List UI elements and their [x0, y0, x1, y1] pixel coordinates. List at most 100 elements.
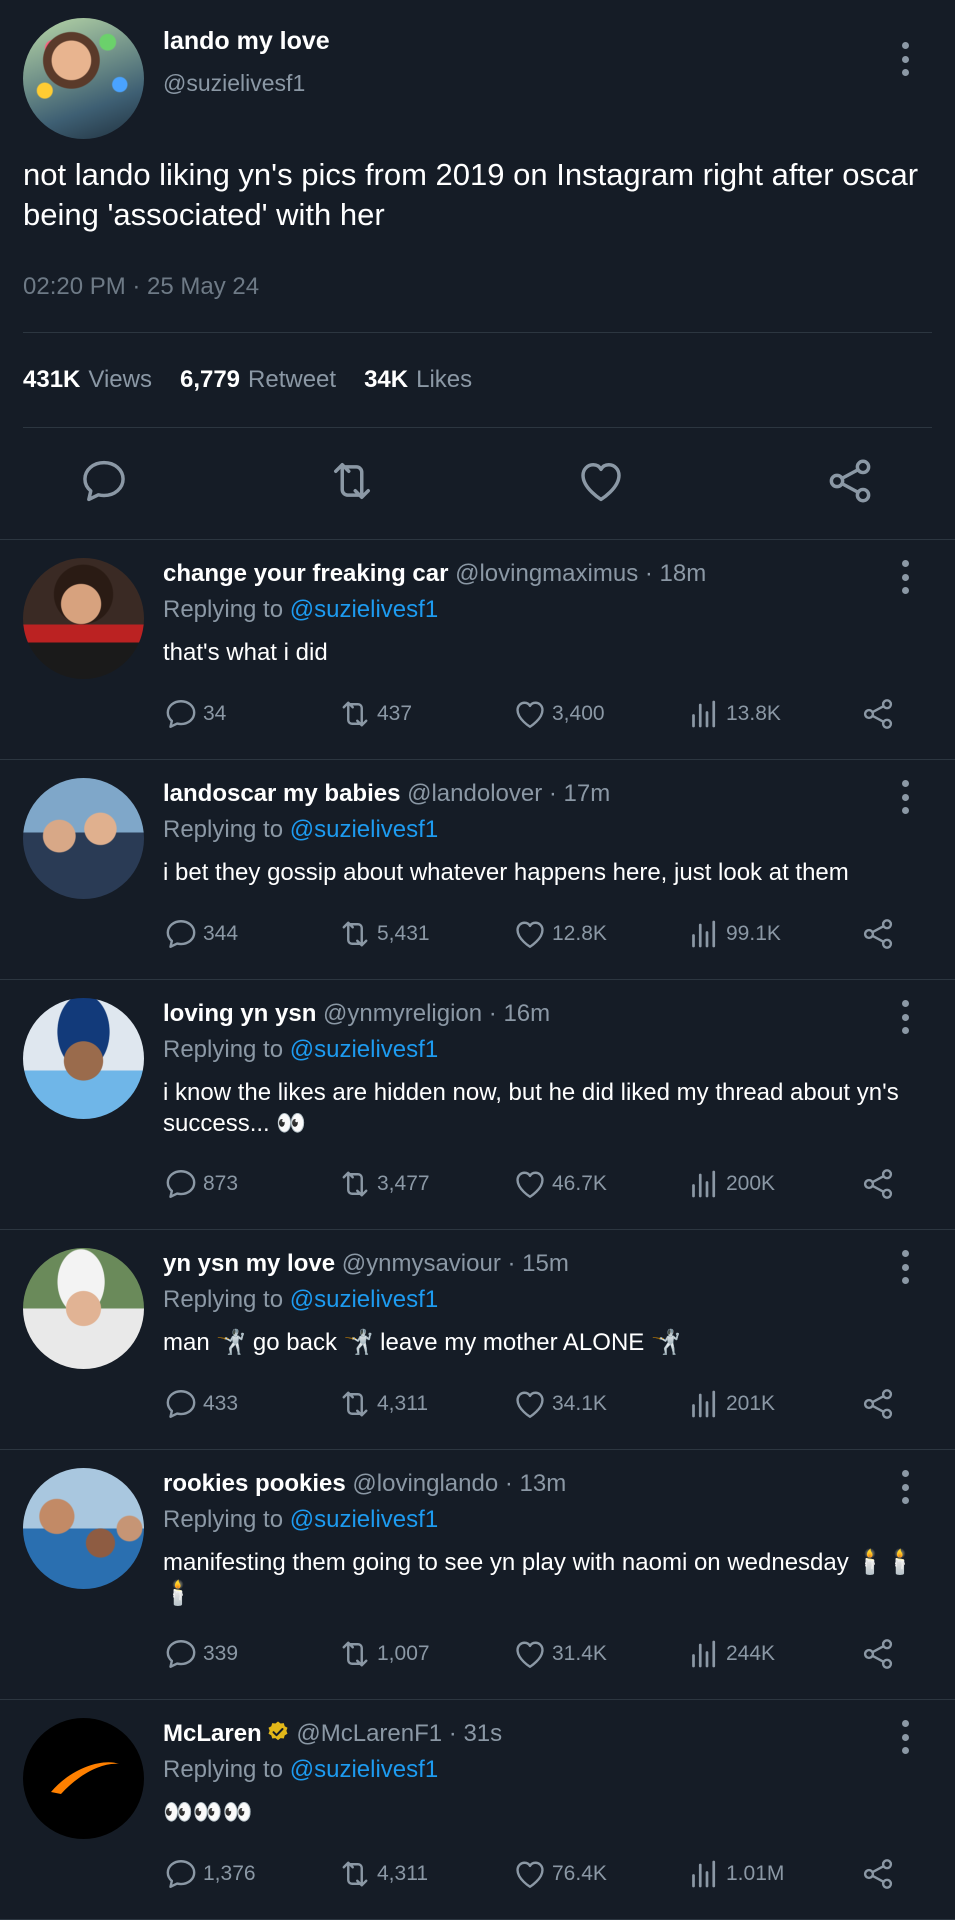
- author-handle-time[interactable]: @ynmysaviour · 15m: [342, 1250, 569, 1277]
- reply-count-button[interactable]: 34: [163, 694, 226, 734]
- author-handle-time[interactable]: @McLarenF1 · 31s: [296, 1720, 502, 1747]
- reply-header: yn ysn my love @ynmysaviour · 15m: [163, 1250, 569, 1278]
- reply-count-button[interactable]: 1,376: [163, 1854, 256, 1894]
- author-handle-time[interactable]: @lovinglando · 13m: [352, 1470, 566, 1497]
- share-button[interactable]: [860, 694, 896, 734]
- replying-label: Replying to: [163, 1506, 290, 1533]
- retweet-icon: [337, 1166, 373, 1202]
- retweet-button[interactable]: 5,431: [337, 914, 430, 954]
- reply-count-button[interactable]: 873: [163, 1164, 238, 1204]
- more-options-icon[interactable]: [900, 1720, 910, 1754]
- reply-actions: 344 5,431 12.8K 99.1K: [0, 914, 955, 954]
- replying-to-link[interactable]: @suzielivesf1: [290, 1036, 438, 1063]
- share-button[interactable]: [860, 914, 896, 954]
- more-options-icon[interactable]: [900, 560, 910, 594]
- avatar[interactable]: [23, 1468, 144, 1589]
- like-button[interactable]: 76.4K: [512, 1854, 607, 1894]
- views: 1.01M: [726, 1862, 785, 1885]
- like-button[interactable]: 34.1K: [512, 1384, 607, 1424]
- reply-count-button[interactable]: 433: [163, 1384, 238, 1424]
- reply-tweet[interactable]: landoscar my babies @landolover · 17m Rep…: [0, 760, 955, 980]
- author-name[interactable]: yn ysn my love: [163, 1250, 335, 1277]
- more-options-icon[interactable]: [900, 1250, 910, 1284]
- retweet-button[interactable]: 437: [337, 694, 412, 734]
- author-name[interactable]: loving yn ysn: [163, 1000, 316, 1027]
- like-button[interactable]: 31.4K: [512, 1634, 607, 1674]
- share-icon: [860, 1856, 896, 1892]
- retweet-label: Retweet: [248, 366, 337, 393]
- retweet-icon: [337, 696, 373, 732]
- reply-count-button[interactable]: 339: [163, 1634, 238, 1674]
- replying-to-link[interactable]: @suzielivesf1: [290, 596, 438, 623]
- likes-stat[interactable]: 34K Likes: [364, 366, 472, 394]
- like-button[interactable]: 12.8K: [512, 914, 607, 954]
- reply-text: i bet they gossip about whatever happens…: [163, 859, 849, 886]
- author-handle-time[interactable]: @landolover · 17m: [407, 780, 610, 807]
- heart-icon: [512, 1166, 548, 1202]
- views: 13.8K: [726, 702, 781, 725]
- reply-tweet[interactable]: McLaren @McLarenF1 · 31s Replying to @suz…: [0, 1700, 955, 1920]
- retweet-button[interactable]: 4,311: [337, 1384, 428, 1424]
- share-button[interactable]: [860, 1164, 896, 1204]
- author-name[interactable]: change your freaking car: [163, 560, 448, 587]
- replying-to-link[interactable]: @suzielivesf1: [290, 816, 438, 843]
- reply-actions: 34 437 3,400 13.8K: [0, 694, 955, 734]
- share-button[interactable]: [860, 1634, 896, 1674]
- heart-icon[interactable]: [575, 455, 627, 507]
- author-name[interactable]: rookies pookies: [163, 1470, 346, 1497]
- reply-tweet[interactable]: yn ysn my love @ynmysaviour · 15m Replyin…: [0, 1230, 955, 1450]
- reply-tweet[interactable]: loving yn ysn @ynmyreligion · 16m Replyin…: [0, 980, 955, 1230]
- share-button[interactable]: [860, 1384, 896, 1424]
- author-handle-time[interactable]: @lovingmaximus · 18m: [455, 560, 706, 587]
- likes: 76.4K: [552, 1862, 607, 1885]
- avatar[interactable]: [23, 778, 144, 899]
- share-button[interactable]: [860, 1854, 896, 1894]
- author-handle[interactable]: @suzielivesf1: [163, 70, 305, 97]
- author-name[interactable]: lando my love: [163, 27, 330, 56]
- reply-header: McLaren @McLarenF1 · 31s: [163, 1720, 502, 1748]
- replying-to-link[interactable]: @suzielivesf1: [290, 1506, 438, 1533]
- retweets: 4,311: [377, 1392, 428, 1415]
- replying-to-link[interactable]: @suzielivesf1: [290, 1286, 438, 1313]
- author-name[interactable]: landoscar my babies: [163, 780, 400, 807]
- retweet-stat[interactable]: 6,779 Retweet: [180, 366, 336, 394]
- retweet-icon[interactable]: [326, 455, 378, 507]
- bar-chart-icon: [686, 1856, 722, 1892]
- reply-header: rookies pookies @lovinglando · 13m: [163, 1470, 566, 1498]
- views-button[interactable]: 99.1K: [686, 914, 781, 954]
- reply-text: i know the likes are hidden now, but he …: [163, 1079, 899, 1137]
- share-icon[interactable]: [824, 455, 876, 507]
- retweet-button[interactable]: 3,477: [337, 1164, 430, 1204]
- retweet-button[interactable]: 1,007: [337, 1634, 430, 1674]
- retweets: 1,007: [377, 1642, 430, 1665]
- like-button[interactable]: 46.7K: [512, 1164, 607, 1204]
- avatar[interactable]: [23, 998, 144, 1119]
- author-name[interactable]: McLaren: [163, 1720, 262, 1747]
- reply-actions: 433 4,311 34.1K 201K: [0, 1384, 955, 1424]
- views-stat[interactable]: 431K Views: [23, 366, 152, 394]
- avatar[interactable]: [23, 1248, 144, 1369]
- retweet-icon: [337, 1386, 373, 1422]
- more-options-icon[interactable]: [900, 1000, 910, 1034]
- views-button[interactable]: 244K: [686, 1634, 775, 1674]
- reply-tweet[interactable]: rookies pookies @lovinglando · 13m Replyi…: [0, 1450, 955, 1700]
- views-button[interactable]: 1.01M: [686, 1854, 784, 1894]
- more-options-icon[interactable]: [900, 780, 910, 814]
- views-button[interactable]: 200K: [686, 1164, 775, 1204]
- avatar[interactable]: [23, 558, 144, 679]
- more-options-icon[interactable]: [900, 1470, 910, 1504]
- retweet-button[interactable]: 4,311: [337, 1854, 428, 1894]
- reply-count-button[interactable]: 344: [163, 914, 238, 954]
- reply-icon[interactable]: [78, 455, 130, 507]
- replying-to-link[interactable]: @suzielivesf1: [290, 1756, 438, 1783]
- avatar[interactable]: [23, 1718, 144, 1839]
- avatar[interactable]: [23, 18, 144, 139]
- more-options-icon[interactable]: [900, 42, 910, 76]
- author-handle-time[interactable]: @ynmyreligion · 16m: [323, 1000, 550, 1027]
- reply-tweet[interactable]: change your freaking car @lovingmaximus …: [0, 540, 955, 760]
- views: 200K: [726, 1172, 776, 1195]
- views-button[interactable]: 13.8K: [686, 694, 781, 734]
- likes-label: Likes: [416, 366, 473, 393]
- like-button[interactable]: 3,400: [512, 694, 605, 734]
- views-button[interactable]: 201K: [686, 1384, 775, 1424]
